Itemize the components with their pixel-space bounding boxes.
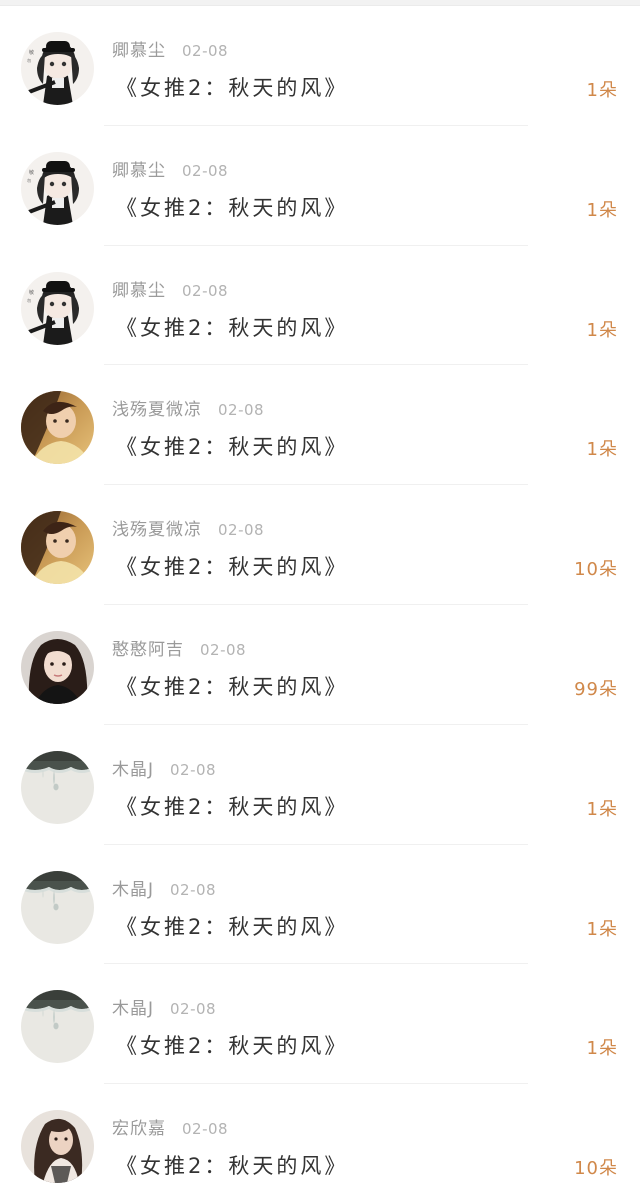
list-item[interactable]: 浅殇夏微凉 02-08 《女推2：秋天的风》 10朵	[0, 485, 640, 605]
username[interactable]: 木晶J	[112, 760, 154, 780]
username[interactable]: 浅殇夏微凉	[112, 520, 202, 540]
avatar[interactable]	[21, 990, 94, 1064]
list-item[interactable]: 浅殇夏微凉 02-08 《女推2：秋天的风》 1朵	[0, 365, 640, 486]
date: 02-08	[170, 880, 217, 899]
avatar[interactable]	[21, 870, 94, 944]
username[interactable]: 卿慕尘	[112, 281, 166, 301]
user-meta: 卿慕尘 02-08	[112, 36, 228, 61]
flower-amount: 1朵	[586, 199, 618, 221]
avatar[interactable]: 敏 勿	[21, 151, 94, 225]
svg-text:勿: 勿	[27, 177, 31, 183]
list-item[interactable]: 敏 勿 卿慕尘 02-08 《女推2：秋天的风》 1朵	[0, 246, 640, 366]
avatar[interactable]: 敏 勿	[21, 271, 94, 345]
username[interactable]: 憨憨阿吉	[112, 640, 184, 660]
anime-girl-cap-avatar: 敏 勿	[21, 32, 94, 105]
user-meta: 宏欣嘉 02-08	[112, 1114, 228, 1139]
flower-amount: 1朵	[586, 80, 618, 101]
user-meta: 木晶J 02-08	[112, 875, 216, 900]
user-meta: 卿慕尘 02-08	[112, 156, 228, 181]
date: 02-08	[218, 401, 265, 420]
date: 02-08	[182, 281, 229, 300]
list-item[interactable]: 木晶J 02-08 《女推2：秋天的风》 1朵	[0, 845, 640, 965]
book-title[interactable]: 《女推2：秋天的风》	[116, 1150, 348, 1180]
anime-girl-cap-avatar: 敏 勿	[21, 151, 94, 225]
user-meta: 浅殇夏微凉 02-08	[112, 515, 264, 540]
list-item[interactable]: 宏欣嘉 02-08 《女推2：秋天的风》 10朵	[0, 1084, 640, 1204]
username[interactable]: 木晶J	[112, 999, 154, 1019]
avatar[interactable]	[21, 750, 94, 824]
book-title[interactable]: 《女推2：秋天的风》	[116, 671, 348, 701]
flower-amount: 10朵	[574, 559, 618, 581]
book-title[interactable]: 《女推2：秋天的风》	[116, 72, 348, 102]
date: 02-08	[200, 640, 247, 659]
book-title[interactable]: 《女推2：秋天的风》	[116, 791, 348, 821]
username[interactable]: 浅殇夏微凉	[112, 400, 202, 420]
flower-amount: 10朵	[574, 1158, 618, 1180]
list-item[interactable]: 敏 勿 卿慕尘 02-08 《女推2：秋天的风》 1朵	[0, 6, 640, 126]
gift-record-list: 敏 勿 卿慕尘 02-08 《女推2：秋天的风》 1朵 敏 勿 卿慕尘 02-0…	[0, 6, 640, 1204]
date: 02-08	[182, 1120, 229, 1139]
avatar[interactable]: 敏 勿	[21, 32, 94, 105]
user-meta: 憨憨阿吉 02-08	[112, 635, 246, 660]
avatar[interactable]	[21, 1110, 94, 1184]
water-drop-avatar	[21, 750, 94, 824]
date: 02-08	[218, 521, 265, 540]
flower-amount: 1朵	[586, 439, 618, 461]
water-drop-avatar	[21, 990, 94, 1064]
book-title[interactable]: 《女推2：秋天的风》	[116, 1030, 348, 1060]
date: 02-08	[182, 161, 229, 180]
date: 02-08	[182, 42, 229, 60]
warm-selfie-avatar	[21, 511, 94, 585]
book-title[interactable]: 《女推2：秋天的风》	[116, 312, 348, 342]
dark-hair-girl-avatar	[21, 630, 94, 704]
flower-amount: 1朵	[586, 918, 618, 940]
user-meta: 木晶J 02-08	[112, 755, 216, 780]
svg-text:敏: 敏	[29, 289, 34, 296]
book-title[interactable]: 《女推2：秋天的风》	[116, 192, 348, 222]
list-item[interactable]: 木晶J 02-08 《女推2：秋天的风》 1朵	[0, 725, 640, 845]
svg-text:勿: 勿	[27, 297, 31, 303]
flower-amount: 1朵	[586, 319, 618, 341]
list-item[interactable]: 敏 勿 卿慕尘 02-08 《女推2：秋天的风》 1朵	[0, 126, 640, 246]
user-meta: 木晶J 02-08	[112, 994, 216, 1019]
user-meta: 卿慕尘 02-08	[112, 276, 228, 301]
user-meta: 浅殇夏微凉 02-08	[112, 395, 264, 420]
username[interactable]: 宏欣嘉	[112, 1119, 166, 1139]
flower-amount: 1朵	[586, 1038, 618, 1060]
avatar[interactable]	[21, 391, 94, 465]
water-drop-avatar	[21, 870, 94, 944]
svg-text:敏: 敏	[29, 169, 34, 176]
anime-girl-cap-avatar: 敏 勿	[21, 271, 94, 345]
list-item[interactable]: 木晶J 02-08 《女推2：秋天的风》 1朵	[0, 964, 640, 1085]
avatar[interactable]	[21, 511, 94, 585]
avatar[interactable]	[21, 630, 94, 704]
username[interactable]: 木晶J	[112, 880, 154, 900]
svg-text:勿: 勿	[27, 57, 31, 63]
flower-amount: 99朵	[574, 678, 618, 700]
list-item[interactable]: 憨憨阿吉 02-08 《女推2：秋天的风》 99朵	[0, 605, 640, 725]
date: 02-08	[170, 760, 217, 779]
username[interactable]: 卿慕尘	[112, 161, 166, 181]
svg-text:敏: 敏	[29, 49, 34, 56]
long-hair-woman-avatar	[21, 1110, 94, 1184]
book-title[interactable]: 《女推2：秋天的风》	[116, 911, 348, 941]
flower-amount: 1朵	[586, 798, 618, 820]
warm-selfie-avatar	[21, 391, 94, 465]
book-title[interactable]: 《女推2：秋天的风》	[116, 431, 348, 461]
book-title[interactable]: 《女推2：秋天的风》	[116, 551, 348, 581]
date: 02-08	[170, 1000, 217, 1019]
username[interactable]: 卿慕尘	[112, 41, 166, 61]
